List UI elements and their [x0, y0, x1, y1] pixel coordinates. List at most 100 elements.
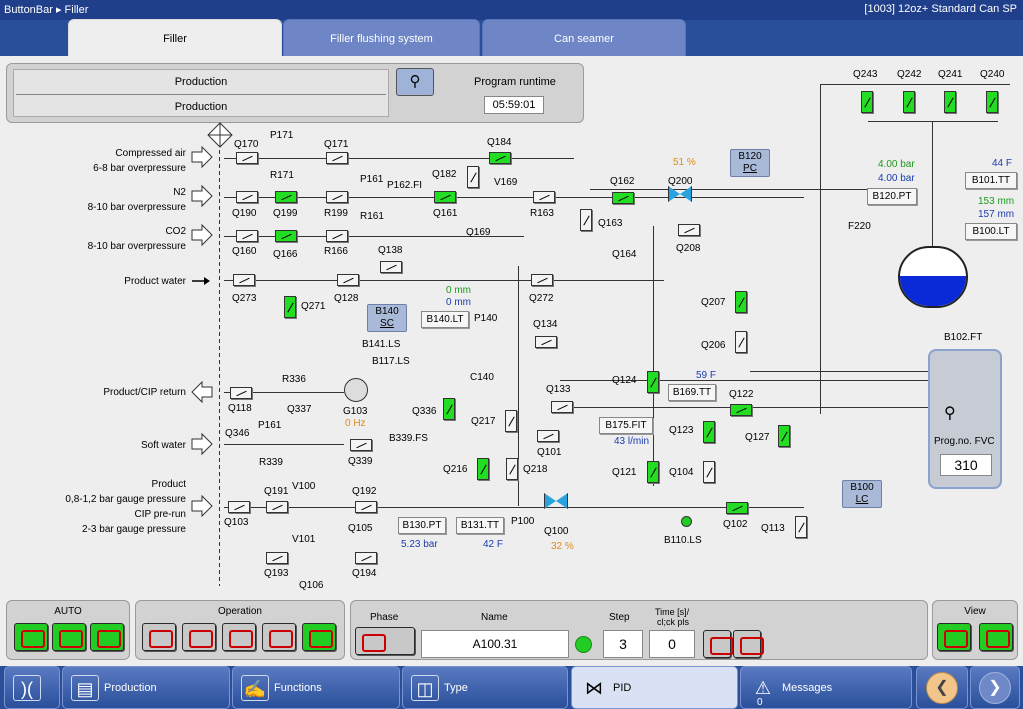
nav-pid[interactable]: ⋈ PID	[571, 666, 738, 709]
valve-q160[interactable]	[236, 230, 258, 242]
tab-can-seamer[interactable]: Can seamer	[482, 19, 686, 57]
fvc-program-number[interactable]: 310	[940, 454, 992, 476]
phase-panel: Phase Name Step Time [s]/ cl;ck pls A100…	[350, 600, 928, 660]
time-field[interactable]: 0	[649, 630, 695, 658]
valve-q218[interactable]	[506, 458, 518, 480]
valve-q127[interactable]	[778, 425, 790, 447]
valve-q192[interactable]	[355, 501, 377, 513]
valve-q242[interactable]	[903, 91, 915, 113]
pump-g103[interactable]	[344, 378, 368, 402]
nav-back-button[interactable]: ❮	[916, 666, 968, 709]
valve-q336[interactable]	[443, 398, 455, 420]
nav-forward-button[interactable]: ❯	[970, 666, 1020, 709]
q103-label: Q103	[224, 517, 249, 528]
valve-q206[interactable]	[735, 331, 747, 353]
valve-q161[interactable]	[434, 191, 456, 203]
q123-label: Q123	[669, 425, 694, 436]
valve-q166[interactable]	[275, 230, 297, 242]
valve-q272[interactable]	[531, 274, 553, 286]
valve-q104[interactable]	[703, 461, 715, 483]
controller-b140-sc[interactable]: B140 SC	[367, 304, 407, 332]
view-pid-button[interactable]	[937, 623, 971, 651]
valve-q133[interactable]	[551, 401, 573, 413]
op-button-1[interactable]	[142, 623, 176, 651]
phase-name-field[interactable]: A100.31	[421, 630, 569, 658]
op-button-zoom[interactable]	[302, 623, 336, 651]
step-field[interactable]: 3	[603, 630, 643, 658]
transmitter-b130-pt[interactable]: B130.PT	[398, 517, 446, 534]
view-list-button[interactable]	[979, 623, 1013, 651]
valve-q241[interactable]	[944, 91, 956, 113]
valve-q207[interactable]	[735, 291, 747, 313]
transmitter-b169-tt[interactable]: B169.TT	[668, 384, 716, 401]
auto-restart-button[interactable]	[52, 623, 86, 651]
nav-production[interactable]: ▤ Production	[62, 666, 230, 709]
valve-q190[interactable]	[236, 191, 258, 203]
nav-home-button[interactable]: )(	[4, 666, 60, 709]
transmitter-b175-fit[interactable]: B175.FIT	[599, 417, 653, 434]
nav-type[interactable]: ◫ Type	[402, 666, 568, 709]
auto-start-button[interactable]	[14, 623, 48, 651]
valve-q217[interactable]	[505, 410, 517, 432]
transmitter-b120-pt[interactable]: B120.PT	[867, 188, 917, 205]
valve-q182-label: Q182	[432, 169, 457, 180]
b100-level-1: 153 mm	[978, 196, 1015, 207]
tab-filler[interactable]: Filler	[68, 19, 282, 57]
valve-q339[interactable]	[350, 439, 372, 451]
valve-q101[interactable]	[537, 430, 559, 442]
valve-q118[interactable]	[230, 387, 252, 399]
valve-q128[interactable]	[337, 274, 359, 286]
valve-r163[interactable]	[533, 191, 555, 203]
pause-button[interactable]	[733, 630, 764, 658]
auto-cycle-button[interactable]	[90, 623, 124, 651]
lock-button[interactable]	[703, 630, 734, 658]
valve-q163[interactable]	[580, 209, 592, 231]
valve-q208-label: Q208	[676, 243, 701, 254]
tab-filler-flushing[interactable]: Filler flushing system	[283, 19, 480, 57]
valve-q191[interactable]	[266, 501, 288, 513]
fvc-zoom-icon[interactable]: ⚲	[944, 403, 956, 423]
valve-q271[interactable]	[284, 296, 296, 318]
valve-q162[interactable]	[612, 192, 634, 204]
valve-r199[interactable]	[326, 191, 348, 203]
nav-messages[interactable]: ⚠ Messages 0	[740, 666, 912, 709]
valve-q171[interactable]	[326, 152, 348, 164]
q242-label: Q242	[897, 69, 922, 80]
op-button-3[interactable]	[222, 623, 256, 651]
transmitter-b140-lt[interactable]: B140.LT	[421, 311, 469, 328]
valve-q273[interactable]	[233, 274, 255, 286]
valve-q199[interactable]	[275, 191, 297, 203]
controller-b100-lc[interactable]: B100 LC	[842, 480, 882, 508]
chevron-right-icon: ❯	[979, 672, 1011, 704]
valve-q121[interactable]	[647, 461, 659, 483]
op-button-2[interactable]	[182, 623, 216, 651]
valve-q170[interactable]	[236, 152, 258, 164]
valve-q123[interactable]	[703, 421, 715, 443]
valve-q243[interactable]	[861, 91, 873, 113]
valve-q134[interactable]	[535, 336, 557, 348]
q191-label: Q191	[264, 486, 289, 497]
inlet-co2-label: CO2	[165, 226, 186, 237]
transmitter-b101-tt[interactable]: B101.TT	[965, 172, 1017, 189]
valve-q138[interactable]	[380, 261, 402, 273]
valve-q216[interactable]	[477, 458, 489, 480]
nav-functions[interactable]: ✍ Functions	[232, 666, 400, 709]
valve-q124[interactable]	[647, 371, 659, 393]
valve-q193[interactable]	[266, 552, 288, 564]
valve-q184[interactable]	[489, 152, 511, 164]
transmitter-b131-tt[interactable]: B131.TT	[456, 517, 504, 534]
valve-q103[interactable]	[228, 501, 250, 513]
zoom-icon[interactable]: ⚲	[396, 68, 434, 96]
transmitter-b100-lt[interactable]: B100.LT	[965, 223, 1017, 240]
valve-r166[interactable]	[326, 230, 348, 242]
op-button-4[interactable]	[262, 623, 296, 651]
valve-q194[interactable]	[355, 552, 377, 564]
controller-b120-pc[interactable]: B120 PC	[730, 149, 770, 177]
valve-q102[interactable]	[726, 502, 748, 514]
valve-q122[interactable]	[730, 404, 752, 416]
valve-q113[interactable]	[795, 516, 807, 538]
valve-q208[interactable]	[678, 224, 700, 236]
valve-q182[interactable]	[467, 166, 479, 188]
phase-select-button[interactable]	[355, 627, 415, 655]
valve-q240[interactable]	[986, 91, 998, 113]
